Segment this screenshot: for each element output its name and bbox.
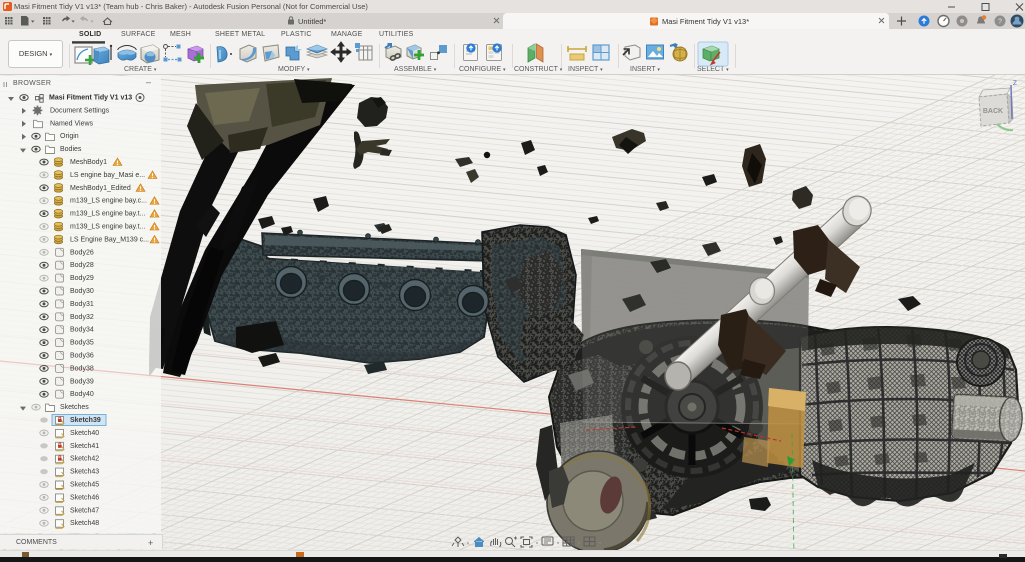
svg-text:Sketches: Sketches [60, 404, 89, 411]
svg-text:m139_LS engine bay.t...: m139_LS engine bay.t... [70, 211, 145, 218]
svg-text:Body40: Body40 [70, 391, 94, 398]
svg-text:Sketch40: Sketch40 [70, 430, 99, 437]
svg-text:Masi Fitment Tidy V1 v13*: Masi Fitment Tidy V1 v13* [662, 17, 749, 26]
svg-text:LS Engine Bay_M139 c...: LS Engine Bay_M139 c... [70, 236, 149, 243]
svg-text:Sketch47: Sketch47 [70, 507, 99, 514]
svg-text:Sketch39: Sketch39 [70, 417, 101, 424]
svg-text:Sketch43: Sketch43 [70, 469, 99, 476]
svg-text:Body29: Body29 [70, 275, 94, 282]
svg-text:Body38: Body38 [70, 365, 94, 372]
svg-text:Body39: Body39 [70, 378, 94, 385]
svg-text:Document Settings: Document Settings [50, 107, 110, 114]
svg-text:Sketch48: Sketch48 [70, 520, 99, 527]
svg-text:MeshBody1: MeshBody1 [70, 159, 107, 166]
svg-text:Bodies: Bodies [60, 146, 82, 153]
svg-text:LS engine bay_Masi e...: LS engine bay_Masi e... [70, 172, 145, 179]
svg-text:Untitled*: Untitled* [298, 17, 326, 26]
svg-text:m139_LS engine bay.c...: m139_LS engine bay.c... [70, 198, 147, 205]
svg-text:Body26: Body26 [70, 249, 94, 256]
svg-text:MeshBody1_Edited: MeshBody1_Edited [70, 185, 131, 192]
svg-text:Body35: Body35 [70, 340, 94, 347]
svg-text:Body36: Body36 [70, 353, 94, 360]
svg-text:?: ? [998, 19, 1002, 26]
svg-text:Body28: Body28 [70, 262, 94, 269]
svg-text:Z: Z [1013, 80, 1017, 87]
svg-text:Body30: Body30 [70, 288, 94, 295]
svg-text:Origin: Origin [60, 133, 79, 140]
svg-text:Masi Fitment Tidy V1 v13: Masi Fitment Tidy V1 v13 [49, 95, 132, 102]
svg-text:Sketch45: Sketch45 [70, 482, 99, 489]
svg-text:Sketch42: Sketch42 [70, 456, 99, 463]
svg-text:Sketch46: Sketch46 [70, 494, 99, 501]
svg-text:Body31: Body31 [70, 301, 94, 308]
svg-text:Body32: Body32 [70, 314, 94, 321]
svg-text:BACK: BACK [983, 108, 1003, 115]
svg-text:m139_LS engine bay.t...: m139_LS engine bay.t... [70, 224, 145, 231]
svg-text:Named Views: Named Views [50, 120, 94, 127]
svg-text:Body34: Body34 [70, 327, 94, 334]
svg-text:Sketch41: Sketch41 [70, 443, 99, 450]
